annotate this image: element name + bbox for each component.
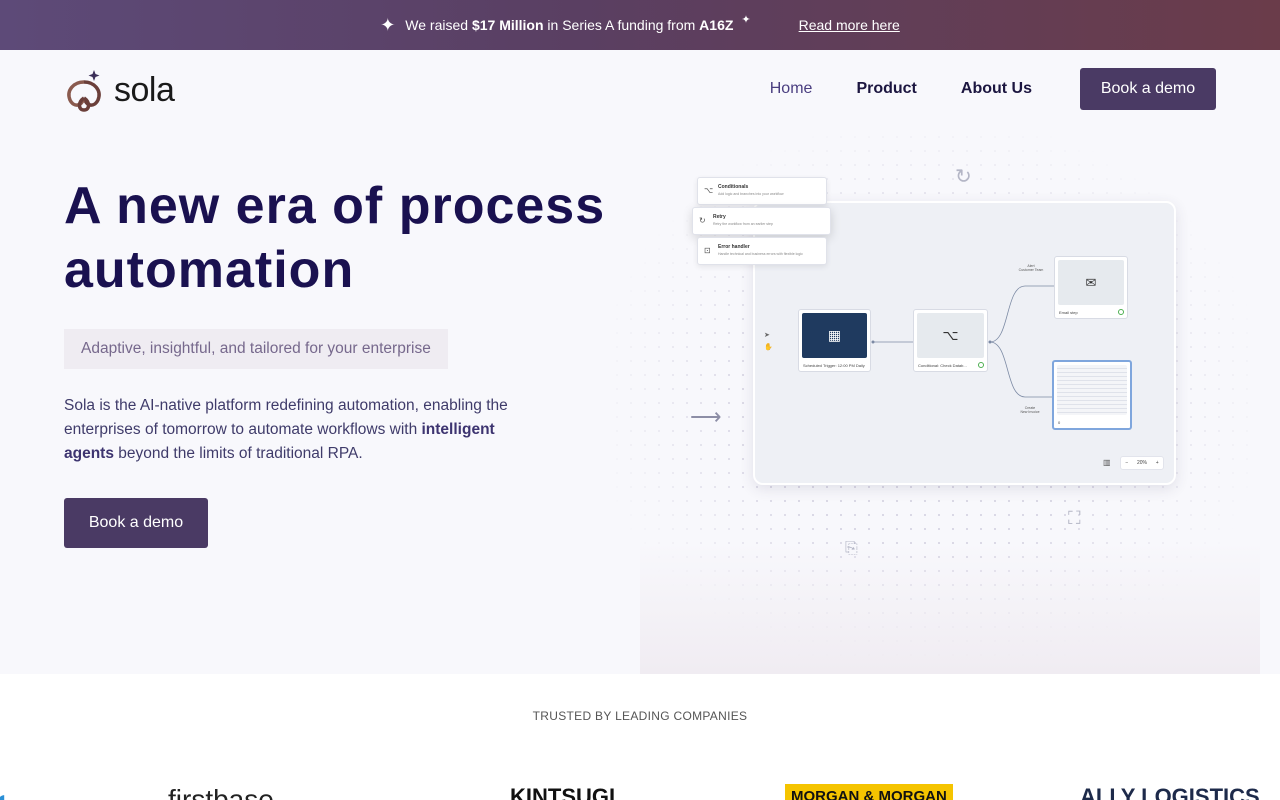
nav-about-us[interactable]: About Us [961,80,1032,98]
check-icon [1118,309,1124,315]
menu-card-title: Error handler [718,244,750,250]
node-caption: 0 [1058,420,1061,425]
hero-tagline: Adaptive, insightful, and tailored for y… [64,329,448,369]
screenshot-preview [1057,365,1127,415]
sparkle-icon: ✦ [380,14,396,35]
vector-nodes-icon: ⛶ [1068,508,1081,528]
hand-tool-icon[interactable]: ✋ [764,343,773,351]
trusted-section: TRUSTED BY LEADING COMPANIES ◖ firstbase… [0,674,1280,800]
error-icon: ⊡ [704,246,711,255]
nav-home[interactable]: Home [770,80,813,98]
arrow-right-icon: ⟶ [690,404,722,429]
node-caption: Scheduled Trigger: 12:00 PM Daily [803,363,865,368]
node-caption: Email step [1059,310,1078,315]
menu-card-sub: Add logic and branches into your workflo… [718,192,784,196]
menu-card-error-handler[interactable]: ⊡ Error handler Handle technical and busi… [697,237,827,265]
map-icon[interactable]: ▥ [1103,458,1111,467]
zoom-in-icon[interactable]: + [1156,460,1159,466]
hero-title-line2: automation [64,241,355,299]
menu-card-title: Conditionals [718,184,749,190]
brand-name: sola [114,70,175,109]
partial-logo-icon: ◖ [0,784,10,800]
nav-product[interactable]: Product [856,80,916,98]
sola-logo-icon [67,70,101,112]
repeat-icon: ⎘ [845,540,858,557]
background-fade [640,540,1260,674]
node-scheduled-trigger[interactable]: ▦ Scheduled Trigger: 12:00 PM Daily [798,309,871,372]
zoom-control[interactable]: − 20% + [1120,456,1164,470]
node-email[interactable]: ✉ Email step [1054,256,1128,319]
zoom-level: 20% [1136,460,1147,466]
read-more-link[interactable]: Read more here [799,17,900,33]
menu-card-sub: Handle technical and business errors wit… [718,252,803,256]
company-logo-ally: ALLY LOGISTICS [1080,784,1260,800]
branch-icon: ⌥ [917,313,984,358]
hero-description: Sola is the AI-native platform redefinin… [64,397,508,462]
menu-card-retry[interactable]: ↻ Retry Retry the workflow from an earlie… [692,207,831,235]
mail-icon: ✉ [1058,260,1124,305]
node-caption: Conditional: Check Datab... [918,363,967,368]
zoom-out-icon[interactable]: − [1125,460,1128,466]
announcement-bar: ✦ We raised $17 Million in Series A fund… [0,0,1280,50]
refresh-icon: ↻ [955,166,972,188]
company-logo-firstbase: firstbase [168,784,274,800]
retry-icon: ↻ [699,216,706,225]
company-logo-kintsugi: KINTSUGI [510,784,616,800]
edge-label-alert: Alert Customer Team [1018,264,1044,272]
announcement-text: We raised $17 Million in Series A fundin… [405,17,734,33]
node-invoice-selected[interactable]: 0 [1052,360,1132,430]
trusted-title: TRUSTED BY LEADING COMPANIES [532,709,748,723]
edge-label-invoice: Create New Invoice [1020,406,1040,414]
check-icon [978,362,984,368]
main-nav: Home Product About Us Book a demo [770,68,1216,110]
node-conditional[interactable]: ⌥ Conditional: Check Datab... [913,309,988,372]
menu-card-sub: Retry the workflow from an earlier step [713,222,773,226]
nav-book-demo-button[interactable]: Book a demo [1080,68,1216,110]
menu-card-title: Retry [713,214,726,220]
menu-card-conditionals[interactable]: ⌥ Conditionals Add logic and branches int… [697,177,827,205]
calendar-icon: ▦ [802,313,867,358]
hero-title: A new era of process automation [64,174,664,302]
hero-book-demo-button[interactable]: Book a demo [64,498,208,548]
branch-icon: ⌥ [704,186,714,195]
brand-logo[interactable]: sola [64,68,175,112]
company-logo-morgan: MORGAN & MORGAN [785,784,953,800]
hero-title-line1: A new era of process [64,177,606,235]
sparkle-small-icon: ✦ [741,13,751,26]
company-logos: ◖ firstbase KINTSUGI MORGAN & MORGAN ALL… [0,784,1280,800]
cursor-tool-icon[interactable]: ➤ [764,331,770,339]
